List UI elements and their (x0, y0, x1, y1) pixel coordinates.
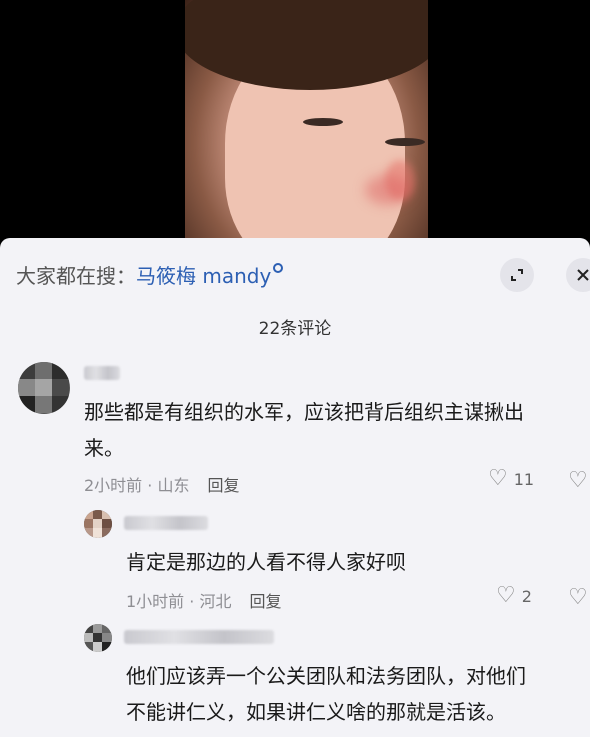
comment-sheet: 大家都在搜：马筱梅 mandy 22条评论 那些都是有组织的水军，应该把背后组织… (0, 238, 590, 737)
search-icon (273, 263, 284, 273)
eye-right (385, 138, 425, 146)
avatar[interactable] (84, 624, 112, 652)
like-button[interactable]: ♡ 11 (488, 468, 534, 490)
username-blurred[interactable] (124, 630, 274, 644)
avatar[interactable] (18, 362, 70, 414)
comment-time-location: 2小时前 · 山东 (84, 476, 190, 495)
like-count: 11 (513, 469, 535, 489)
close-button[interactable] (566, 258, 590, 292)
trending-search-term[interactable]: 马筱梅 mandy (136, 264, 271, 288)
username-blurred[interactable] (84, 366, 120, 380)
comments-count: 22条评论 (258, 319, 332, 339)
like-button[interactable]: ♡ 2 (496, 585, 532, 607)
trending-search[interactable]: 大家都在搜：马筱梅 mandy (16, 260, 284, 289)
cheek (365, 175, 411, 205)
comment-time-location: 1小时前 · 河北 (126, 592, 232, 611)
close-icon (577, 269, 589, 281)
like-count: 2 (521, 586, 532, 606)
broken-heart-icon[interactable]: ♡ (568, 468, 588, 493)
eye-left (303, 118, 343, 126)
video-frame[interactable] (185, 0, 428, 238)
comment-text: 肯定是那边的人看不得人家好呗 (126, 550, 406, 574)
avatar[interactable] (84, 510, 112, 538)
trending-search-prefix: 大家都在搜： (16, 264, 136, 288)
username-blurred[interactable] (124, 516, 208, 530)
comment-text: 他们应该弄一个公关团队和法务团队，对他们 不能讲仁义，如果讲仁义啥的那就是活该。 (126, 664, 526, 724)
comment-meta: 2小时前 · 山东 回复 (84, 472, 239, 496)
heart-icon: ♡ (488, 466, 508, 491)
reply-button[interactable]: 回复 (207, 476, 239, 495)
broken-heart-icon[interactable]: ♡ (568, 585, 588, 610)
comment-meta: 1小时前 · 河北 回复 (126, 588, 281, 612)
hair-image (185, 0, 428, 90)
heart-icon: ♡ (496, 583, 516, 608)
expand-icon (511, 269, 523, 281)
expand-button[interactable] (500, 258, 534, 292)
comment-text: 那些都是有组织的水军，应该把背后组织主谋揪出 来。 (84, 400, 524, 460)
reply-button[interactable]: 回复 (249, 592, 281, 611)
video-area[interactable] (0, 0, 590, 238)
